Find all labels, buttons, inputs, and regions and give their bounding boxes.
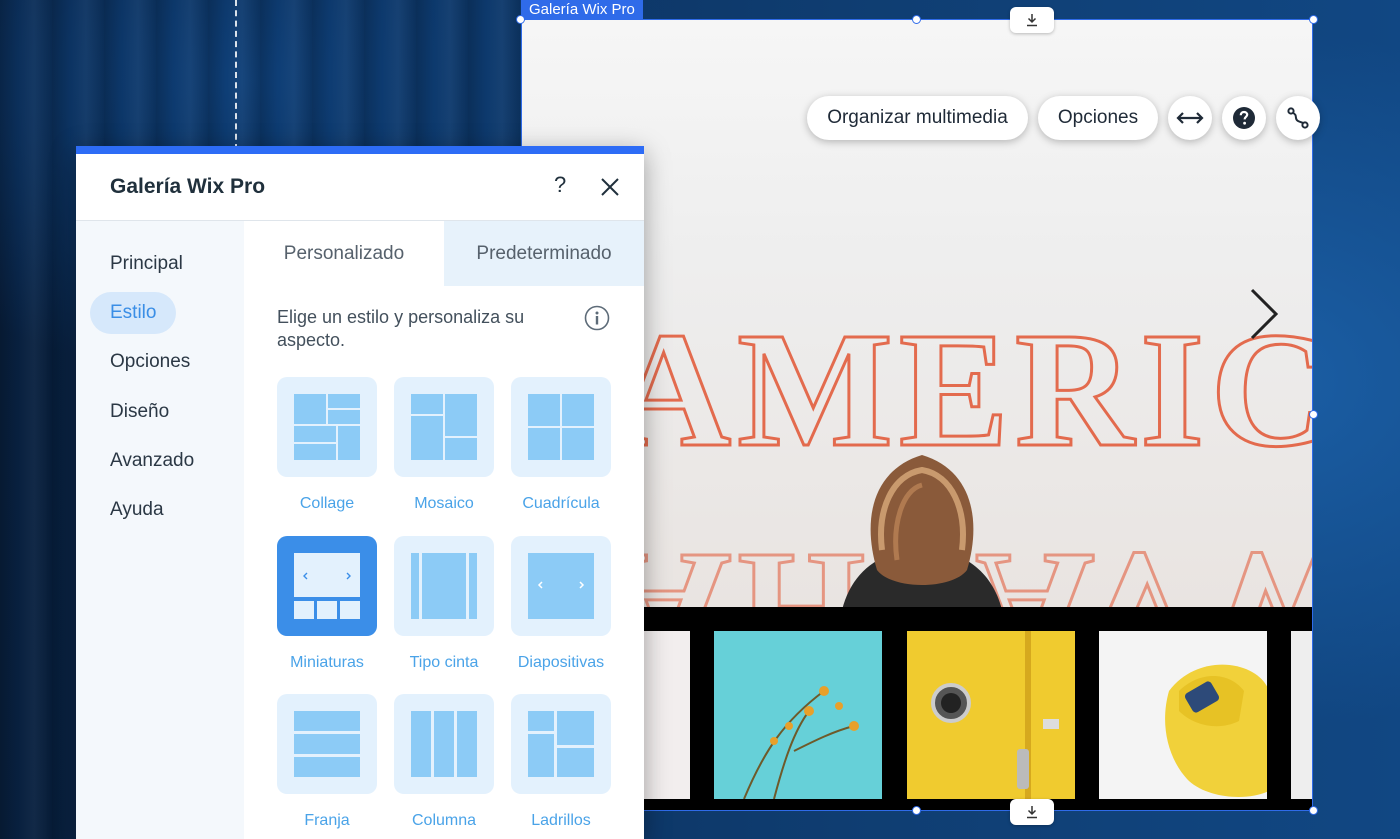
column-layout-icon bbox=[411, 711, 477, 777]
style-option-franja[interactable]: Franja bbox=[277, 694, 377, 830]
connect-path-icon bbox=[1287, 107, 1309, 129]
organize-media-button[interactable]: Organizar multimedia bbox=[807, 96, 1028, 140]
style-tile[interactable] bbox=[394, 694, 494, 794]
info-icon[interactable] bbox=[584, 305, 610, 331]
style-label: Ladrillos bbox=[531, 812, 591, 829]
strip-layout-icon bbox=[294, 711, 360, 777]
style-option-cuadricula[interactable]: Cuadrícula bbox=[511, 377, 611, 513]
style-description: Elige un estilo y personaliza su aspecto… bbox=[277, 307, 525, 350]
woman-figure-image bbox=[842, 455, 1002, 610]
resize-handle-top[interactable] bbox=[912, 15, 921, 24]
style-tile[interactable] bbox=[511, 694, 611, 794]
nav-item-opciones[interactable]: Opciones bbox=[90, 341, 210, 383]
bricks-layout-icon bbox=[528, 711, 594, 777]
style-label: Diapositivas bbox=[517, 654, 605, 671]
collage-layout-icon bbox=[294, 394, 360, 460]
next-slide-arrow-icon[interactable] bbox=[1247, 286, 1281, 342]
style-tile[interactable] bbox=[277, 377, 377, 477]
options-button[interactable]: Opciones bbox=[1038, 96, 1158, 140]
style-option-tipo-cinta[interactable]: Tipo cinta bbox=[394, 536, 494, 672]
download-arrow-icon bbox=[1027, 14, 1037, 27]
style-tile[interactable] bbox=[511, 536, 611, 636]
tab-predeterminado[interactable]: Predeterminado bbox=[444, 221, 644, 286]
close-icon[interactable] bbox=[600, 177, 620, 197]
style-option-columna[interactable]: Columna bbox=[394, 694, 494, 830]
style-content: Elige un estilo y personaliza su aspecto… bbox=[244, 286, 644, 839]
style-tile[interactable] bbox=[277, 694, 377, 794]
mosaic-layout-icon bbox=[411, 394, 477, 460]
style-tile-selected[interactable] bbox=[277, 536, 377, 636]
slideshow-layout-icon bbox=[528, 553, 594, 619]
style-option-miniaturas[interactable]: Miniaturas bbox=[277, 536, 377, 672]
style-option-collage[interactable]: Collage bbox=[277, 377, 377, 513]
style-option-mosaico[interactable]: Mosaico bbox=[394, 377, 494, 513]
thumbnail-item[interactable] bbox=[907, 631, 1075, 799]
nav-item-avanzado[interactable]: Avanzado bbox=[90, 440, 214, 482]
stretch-button[interactable] bbox=[1168, 96, 1212, 140]
nav-item-ayuda[interactable]: Ayuda bbox=[90, 489, 184, 531]
style-label: Miniaturas bbox=[290, 654, 364, 671]
style-label: Cuadrícula bbox=[522, 495, 600, 512]
style-tile[interactable] bbox=[511, 377, 611, 477]
help-button[interactable] bbox=[1222, 96, 1266, 140]
style-option-diapositivas[interactable]: Diapositivas bbox=[511, 536, 611, 672]
section-guide-line bbox=[235, 0, 237, 150]
gallery-settings-panel: Galería Wix Pro ? Principal Estilo Opcio… bbox=[76, 146, 644, 839]
resize-handle-top-right[interactable] bbox=[1309, 15, 1318, 24]
resize-handle-bottom-right[interactable] bbox=[1309, 806, 1318, 815]
thumbnail-item[interactable] bbox=[714, 631, 882, 799]
ribbon-layout-icon bbox=[411, 553, 477, 619]
nav-item-principal[interactable]: Principal bbox=[90, 243, 203, 285]
tab-personalizado[interactable]: Personalizado bbox=[244, 221, 444, 286]
panel-drag-bar[interactable] bbox=[76, 146, 644, 154]
panel-side-navigation: Principal Estilo Opciones Diseño Avanzad… bbox=[76, 221, 244, 839]
resize-handle-right[interactable] bbox=[1309, 410, 1318, 419]
style-label: Columna bbox=[411, 812, 477, 829]
style-tabs: Personalizado Predeterminado bbox=[244, 221, 644, 286]
stretch-arrows-icon bbox=[1176, 112, 1204, 124]
grid-layout-icon bbox=[528, 394, 594, 460]
stretch-top-button[interactable] bbox=[1010, 7, 1054, 33]
style-tile[interactable] bbox=[394, 536, 494, 636]
resize-handle-top-left[interactable] bbox=[516, 15, 525, 24]
panel-help-button[interactable]: ? bbox=[554, 172, 566, 198]
style-option-ladrillos[interactable]: Ladrillos bbox=[511, 694, 611, 830]
thumbnail-item[interactable] bbox=[1291, 631, 1312, 799]
nav-item-estilo[interactable]: Estilo bbox=[90, 292, 177, 334]
download-arrow-icon bbox=[1027, 806, 1037, 819]
style-label: Franja bbox=[304, 812, 350, 829]
help-circle-icon bbox=[1233, 107, 1255, 129]
panel-title: Galería Wix Pro bbox=[110, 175, 266, 198]
style-label: Mosaico bbox=[414, 495, 474, 512]
connect-button[interactable] bbox=[1276, 96, 1320, 140]
style-tile[interactable] bbox=[394, 377, 494, 477]
nav-item-diseno[interactable]: Diseño bbox=[90, 391, 189, 433]
thumbnails-layout-icon bbox=[294, 553, 360, 619]
panel-header[interactable]: Galería Wix Pro ? bbox=[76, 154, 644, 221]
style-label: Collage bbox=[299, 495, 355, 512]
gallery-component-label[interactable]: Galería Wix Pro bbox=[521, 0, 643, 19]
resize-handle-bottom[interactable] bbox=[912, 806, 921, 815]
stretch-bottom-button[interactable] bbox=[1010, 799, 1054, 825]
thumbnail-item[interactable] bbox=[1099, 631, 1267, 799]
style-label: Tipo cinta bbox=[409, 654, 479, 671]
